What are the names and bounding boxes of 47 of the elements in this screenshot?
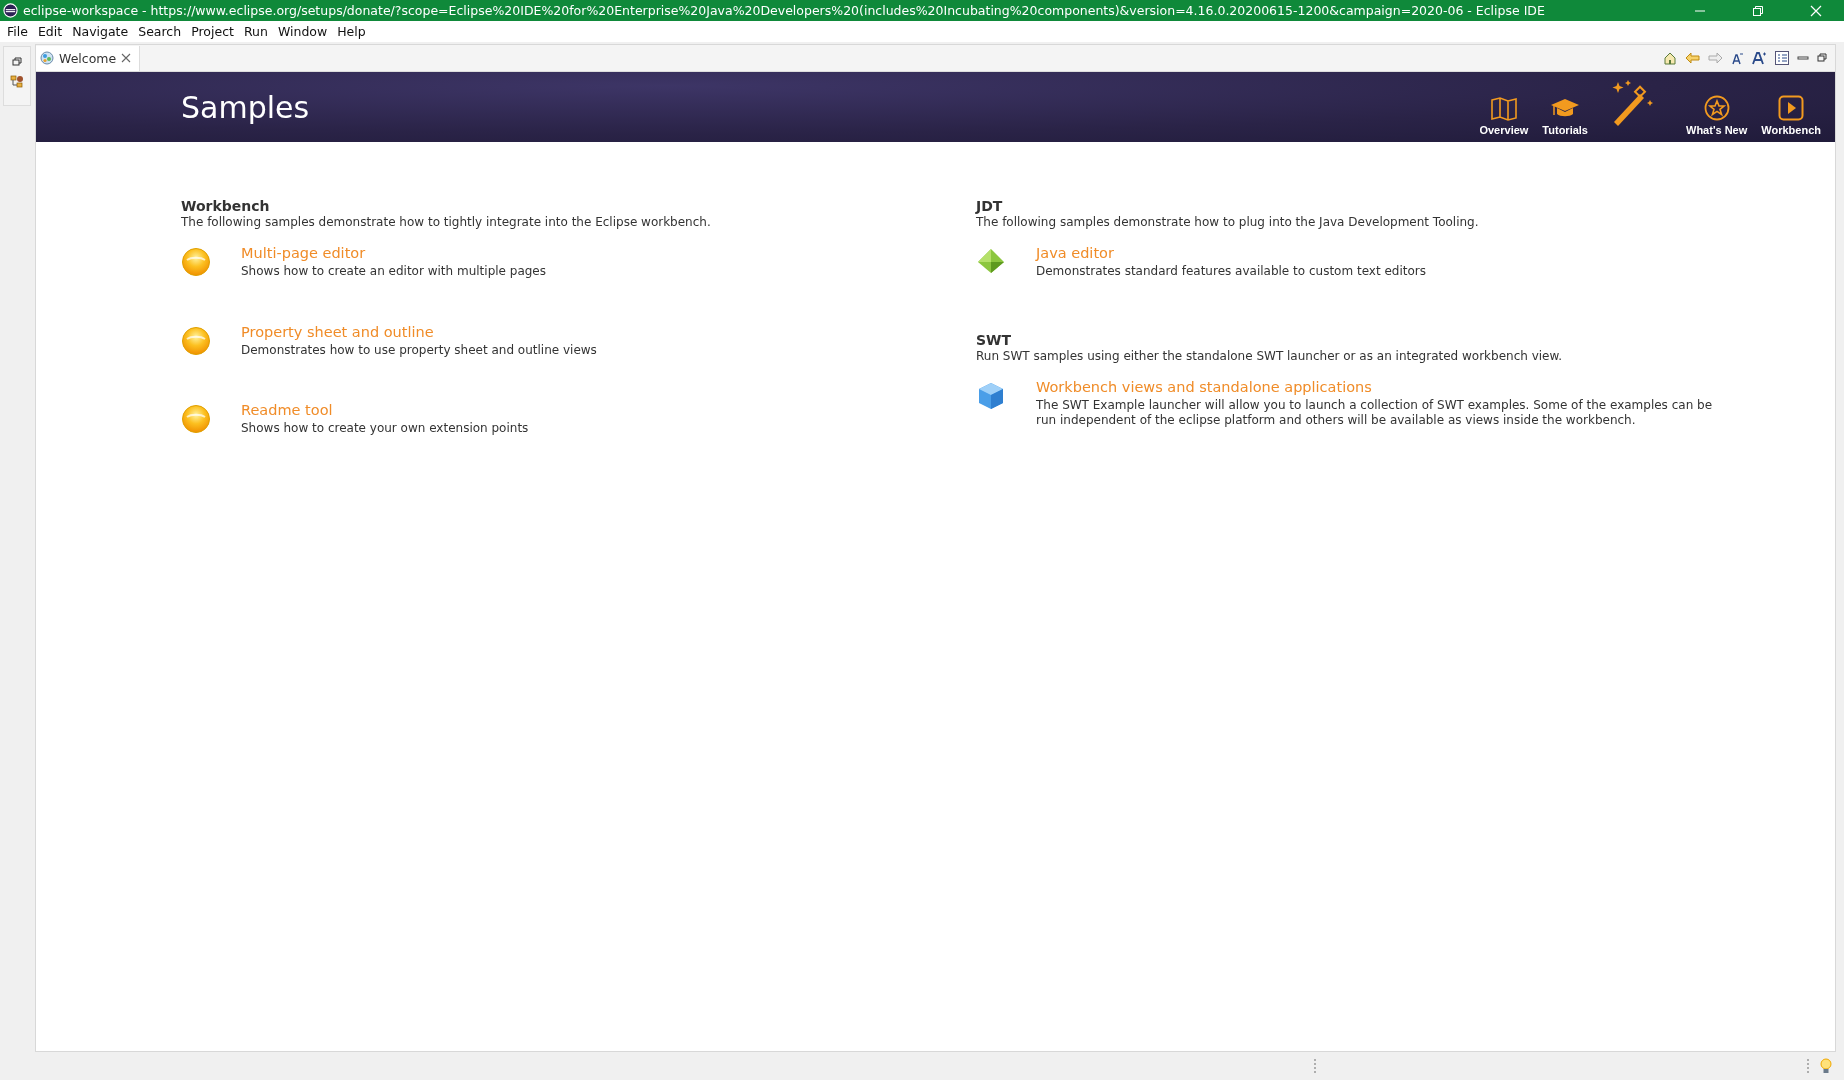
back-arrow-icon[interactable] [1685, 51, 1700, 65]
section-description: Run SWT samples using either the standalone SWT launcher or as an integrated workbench view. [976, 348, 1563, 363]
nav-link[interactable]: Overview [1477, 97, 1531, 136]
window-title: eclipse-workspace - https://www.eclipse.org/setups/donate/?scope=Eclipse%20IDE%20for%20Enterprise%20Java%20Developers%20(includes%20Incubating%20components)&version=4.16.0.20200615-1200&campaign=2020-06 - Eclipse IDE [23, 3, 1546, 18]
section-heading: JDT [976, 198, 1004, 214]
sphere-icon [181, 325, 211, 356]
page-title: Samples [181, 89, 310, 125]
play-icon [1778, 95, 1805, 121]
section-heading: SWT [976, 331, 1013, 348]
nav-link[interactable]: Workbench [1759, 95, 1823, 136]
menu-item[interactable]: Search [133, 24, 187, 39]
section-heading: Workbench [181, 198, 271, 214]
menu-item[interactable]: Window [272, 24, 333, 39]
lightbulb-icon[interactable] [1820, 1058, 1832, 1074]
menu-item[interactable]: Navigate [67, 24, 134, 39]
font-decrease-icon[interactable] [1731, 51, 1744, 65]
restore-icon[interactable] [12, 57, 22, 67]
map-icon [1490, 97, 1517, 121]
globe-icon [40, 51, 54, 65]
drag-handle-icon[interactable] [1313, 1058, 1317, 1074]
section-description: The following samples demonstrate how to tightly integrate into the Eclipse workbench. [181, 215, 712, 229]
font-increase-icon[interactable] [1752, 51, 1767, 65]
menu-item[interactable]: Project [186, 24, 239, 39]
menu-item[interactable]: Help [332, 24, 371, 39]
maximize-icon[interactable] [1817, 53, 1827, 63]
sphere-icon [181, 404, 211, 435]
home-icon[interactable] [1663, 51, 1677, 65]
sample-description: Shows how to create an editor with multiple pages [241, 264, 546, 280]
customize-icon[interactable] [1775, 51, 1789, 65]
section-description: The following samples demonstrate how to plug into the Java Development Tooling. [976, 215, 1480, 229]
sample-description: Demonstrates standard features available to custom text editors [1036, 264, 1426, 280]
menu-item[interactable]: Run [238, 24, 273, 39]
welcome-tab[interactable]: Welcome [36, 45, 141, 71]
nav-link[interactable]: Tutorials [1540, 97, 1590, 136]
close-icon[interactable] [121, 53, 132, 63]
menu-item[interactable]: File [2, 24, 33, 39]
sphere-icon [181, 247, 211, 277]
sample-description: Demonstrates how to use property sheet and outline views [241, 342, 597, 359]
nav-link[interactable]: What's New [1684, 95, 1750, 136]
menu-item[interactable]: Edit [32, 24, 68, 39]
sample-description: Shows how to create your own extension points [241, 421, 529, 437]
cube-icon [976, 380, 1006, 411]
sample-description: The SWT Example launcher will allow you to launch a collection of SWT examples. Some of the examples can be run independent of the eclipse platform and others will be available as views inside the workbench. [1036, 397, 1714, 429]
eclipse-logo-icon [3, 3, 18, 18]
restore-icon[interactable] [1752, 4, 1764, 17]
hierarchy-icon[interactable] [10, 75, 24, 89]
drag-handle-icon[interactable] [1806, 1058, 1810, 1074]
